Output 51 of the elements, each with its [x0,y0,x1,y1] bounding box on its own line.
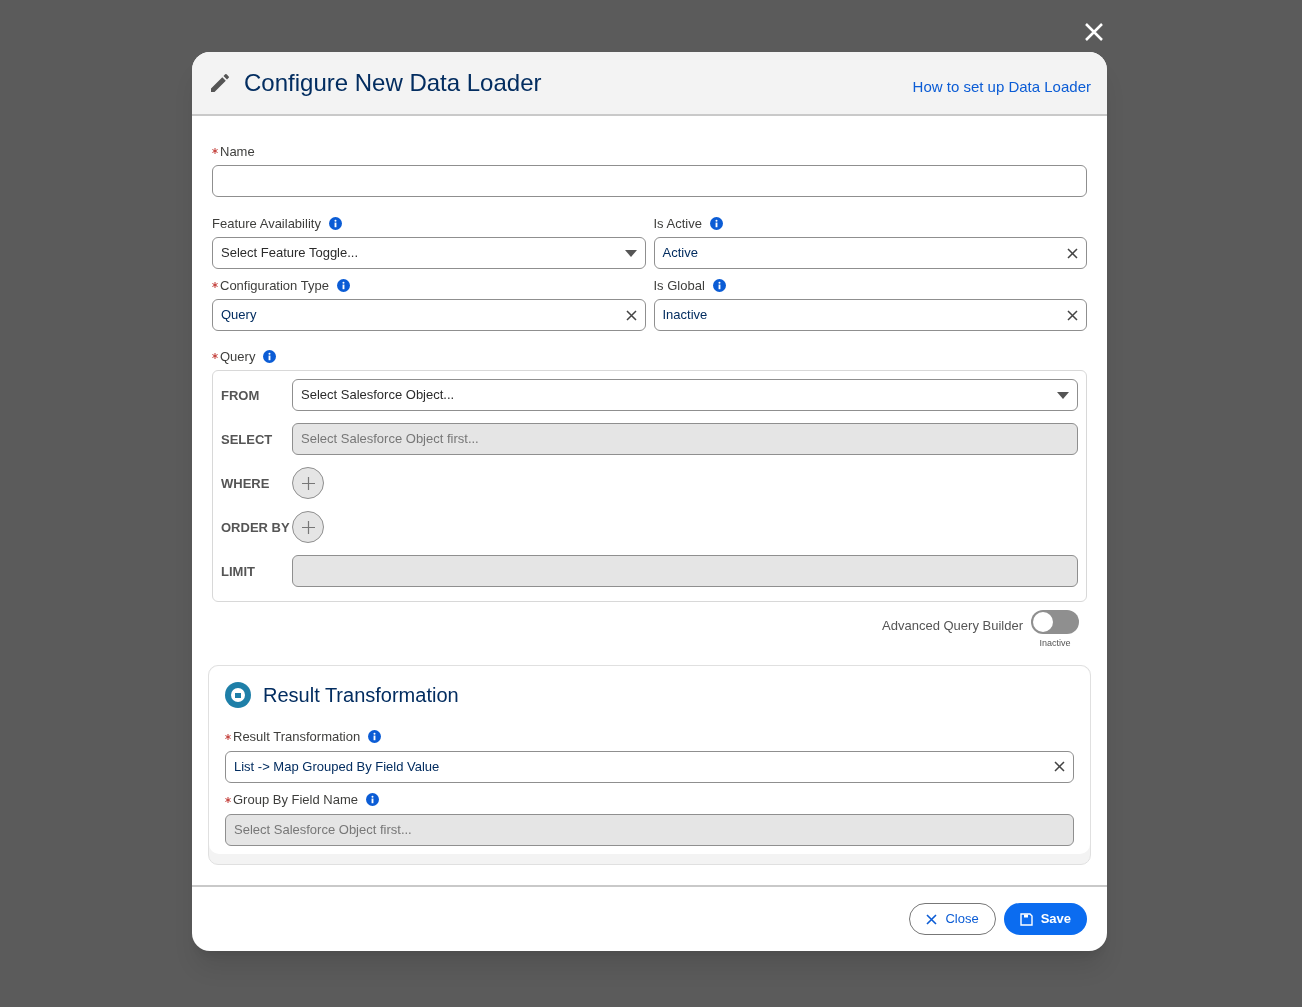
help-link[interactable]: How to set up Data Loader [912,75,1091,99]
modal-title: Configure New Data Loader [244,68,542,98]
info-icon[interactable] [336,278,350,292]
field-label: Name [220,144,255,158]
clear-icon[interactable] [1067,309,1078,321]
field-label: Is Active [653,216,702,230]
info-icon[interactable] [263,349,277,363]
toggle-status: Inactive [1039,637,1071,650]
clear-icon[interactable] [1067,247,1078,259]
field-label: Group By Field Name [233,793,358,806]
combobox-field[interactable]: Active [653,237,1087,269]
caret-icon [1057,391,1069,399]
field-label: Configuration Type [220,278,329,292]
clause-label: WHERE [221,475,271,493]
combobox-field[interactable]: Inactive [653,299,1087,331]
field-label: Is Global [653,278,705,292]
clause-label: SELECT [221,431,274,449]
info-icon[interactable] [366,793,379,806]
add-button[interactable] [292,511,324,543]
close-button[interactable]: Close [909,903,996,935]
plus-icon [301,476,315,490]
info-icon[interactable] [368,730,382,743]
clause-label: FROM [221,387,261,405]
clause-label: ORDER BY [221,519,291,537]
info-icon[interactable] [712,278,726,292]
field-label: Result Transformation [233,730,361,743]
save-button[interactable]: Save [1003,903,1087,935]
text-field[interactable] [212,165,1087,197]
clause-label: LIMIT [221,563,256,581]
pencil-icon [208,71,232,95]
section-title: Result Transformation [263,682,459,708]
caret-icon [624,249,637,257]
add-button[interactable] [292,467,324,499]
info-icon[interactable] [328,216,342,230]
clear-icon[interactable] [625,309,637,321]
transform-icon [225,681,251,708]
field-label: Query [220,349,256,363]
clear-icon[interactable] [1054,761,1065,772]
toggle-switch[interactable] [1031,610,1079,634]
disabled-field: Select Salesforce Object first... [292,423,1078,455]
combobox-field[interactable]: List -> Map Grouped By Field Value [225,750,1074,783]
plus-icon [301,520,315,534]
select-field[interactable]: Select Feature Toggle... [212,237,646,269]
combobox-field[interactable]: Query [212,299,646,331]
info-icon[interactable] [709,216,723,230]
close-icon [926,913,938,925]
close-icon [1085,23,1103,41]
field-label: Feature Availability [212,216,321,230]
toggle-label: Advanced Query Builder [882,617,1023,635]
disabled-field: Select Salesforce Object first... [225,813,1074,846]
select-field[interactable]: Select Salesforce Object... [292,379,1078,411]
